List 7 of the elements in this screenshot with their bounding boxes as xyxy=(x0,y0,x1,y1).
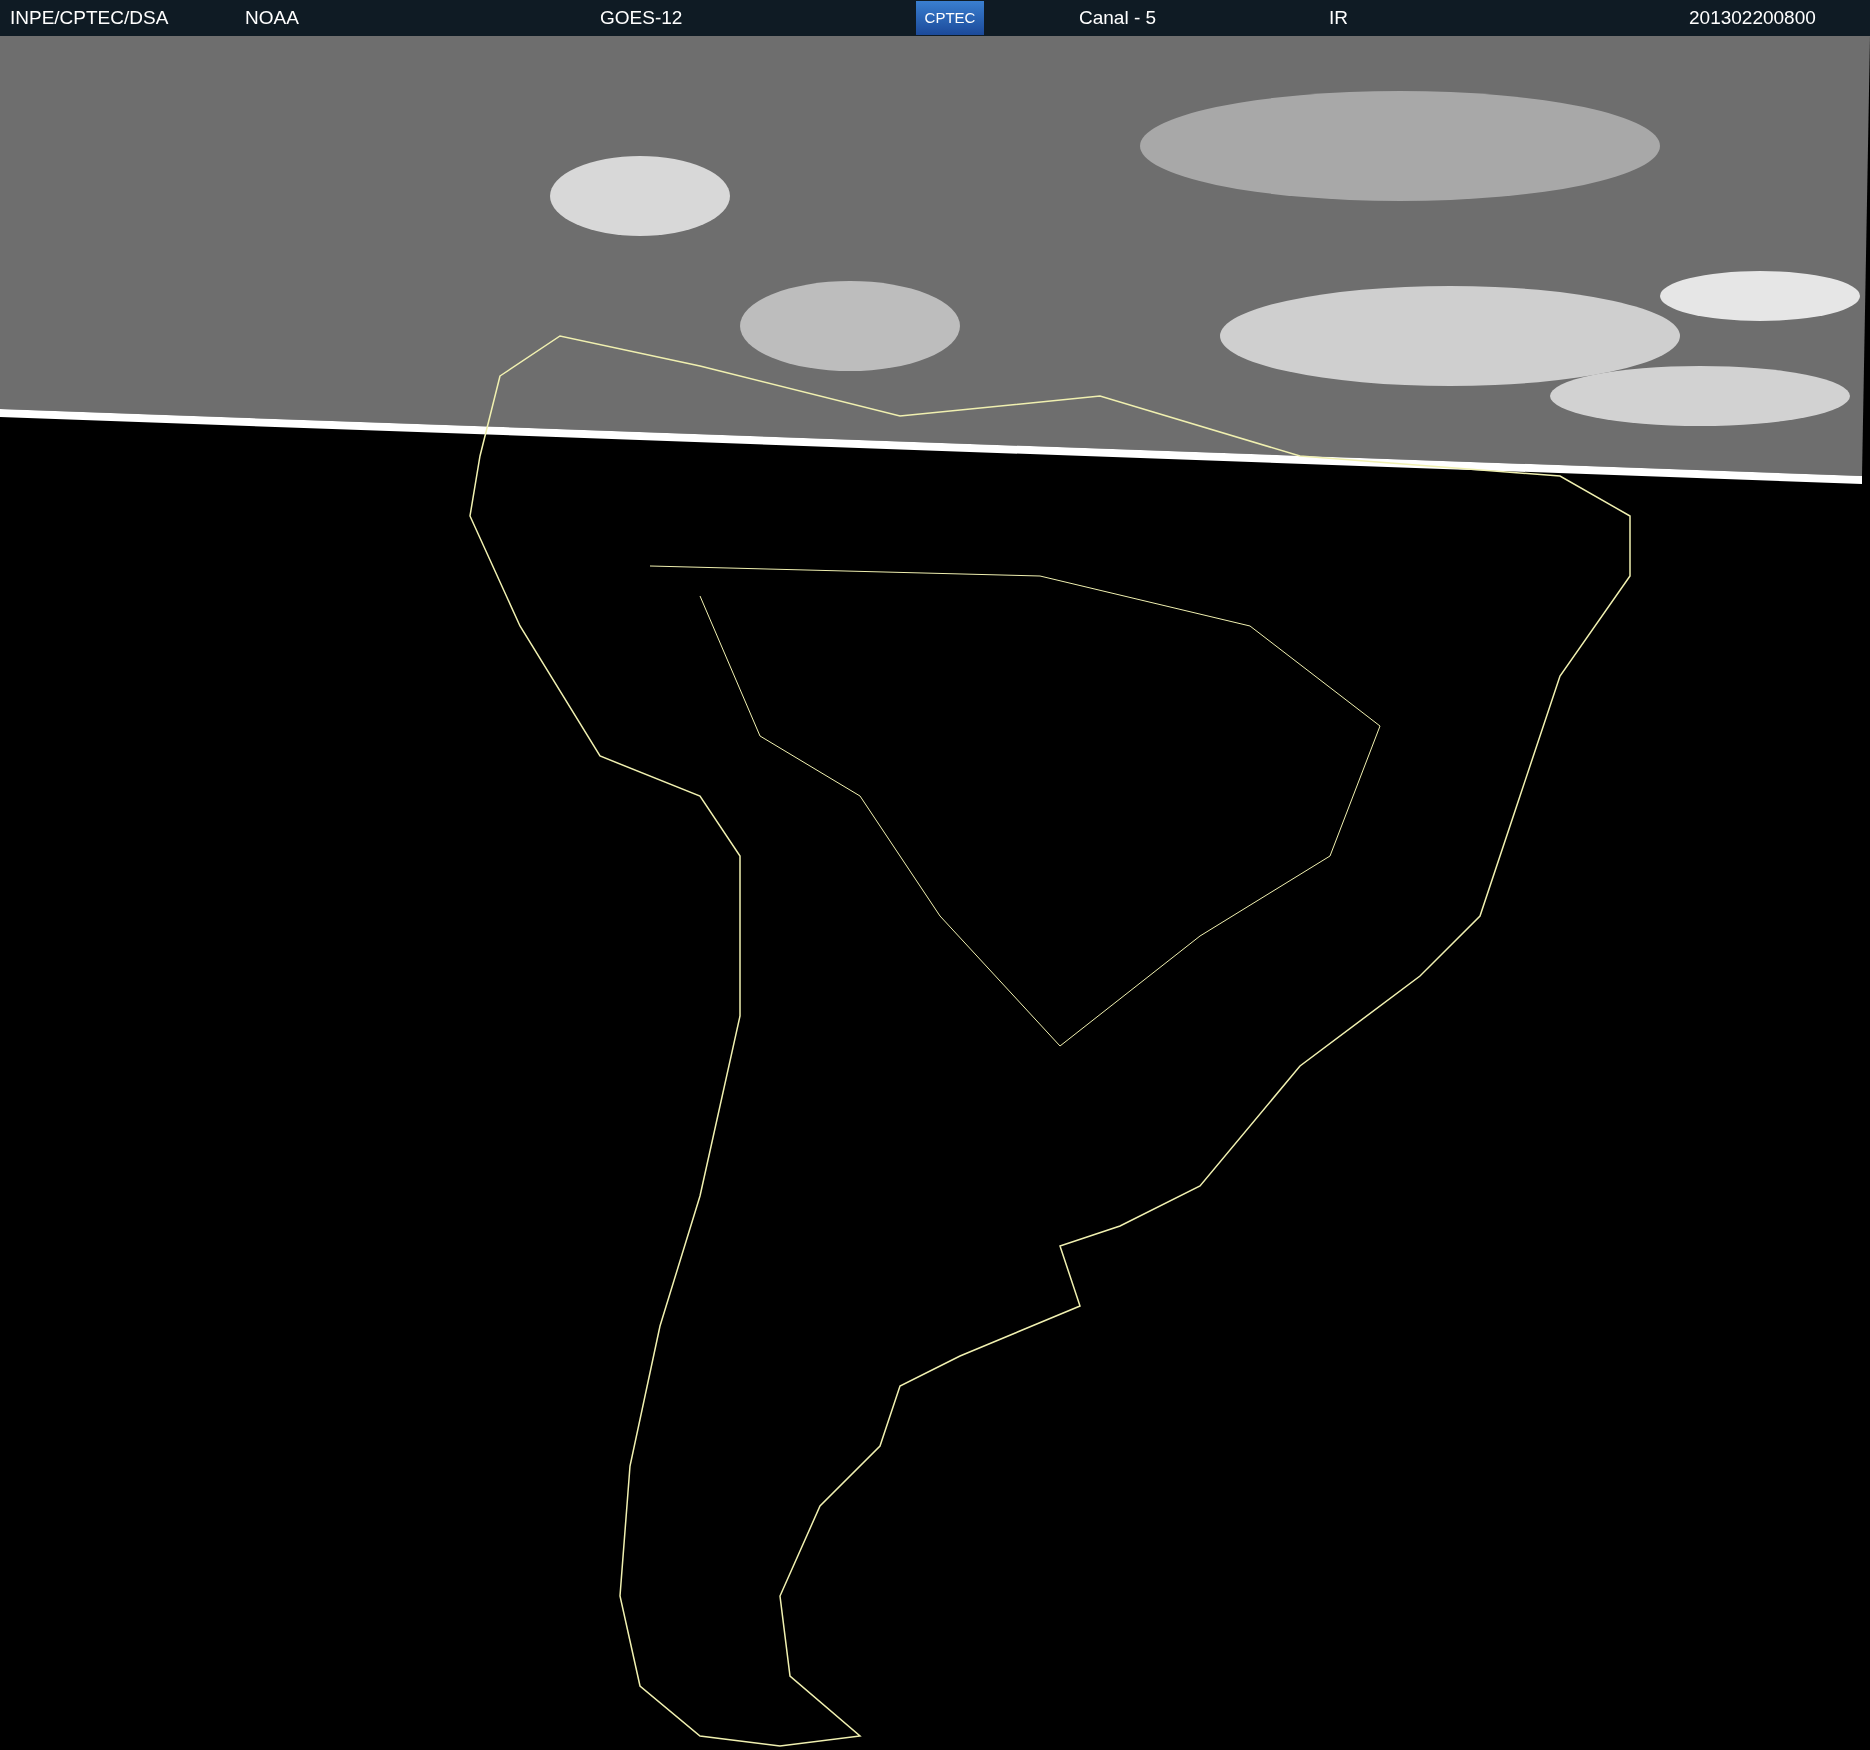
channel-label: Canal - 5 xyxy=(1079,5,1158,30)
satellite-label: GOES-12 xyxy=(600,5,684,30)
source-label: INPE/CPTEC/DSA xyxy=(10,5,170,30)
agency-label: NOAA xyxy=(245,5,300,30)
band-label: IR xyxy=(1329,5,1349,30)
logo: CPTEC xyxy=(916,1,984,35)
timestamp-label: 201302200800 xyxy=(1689,5,1816,30)
